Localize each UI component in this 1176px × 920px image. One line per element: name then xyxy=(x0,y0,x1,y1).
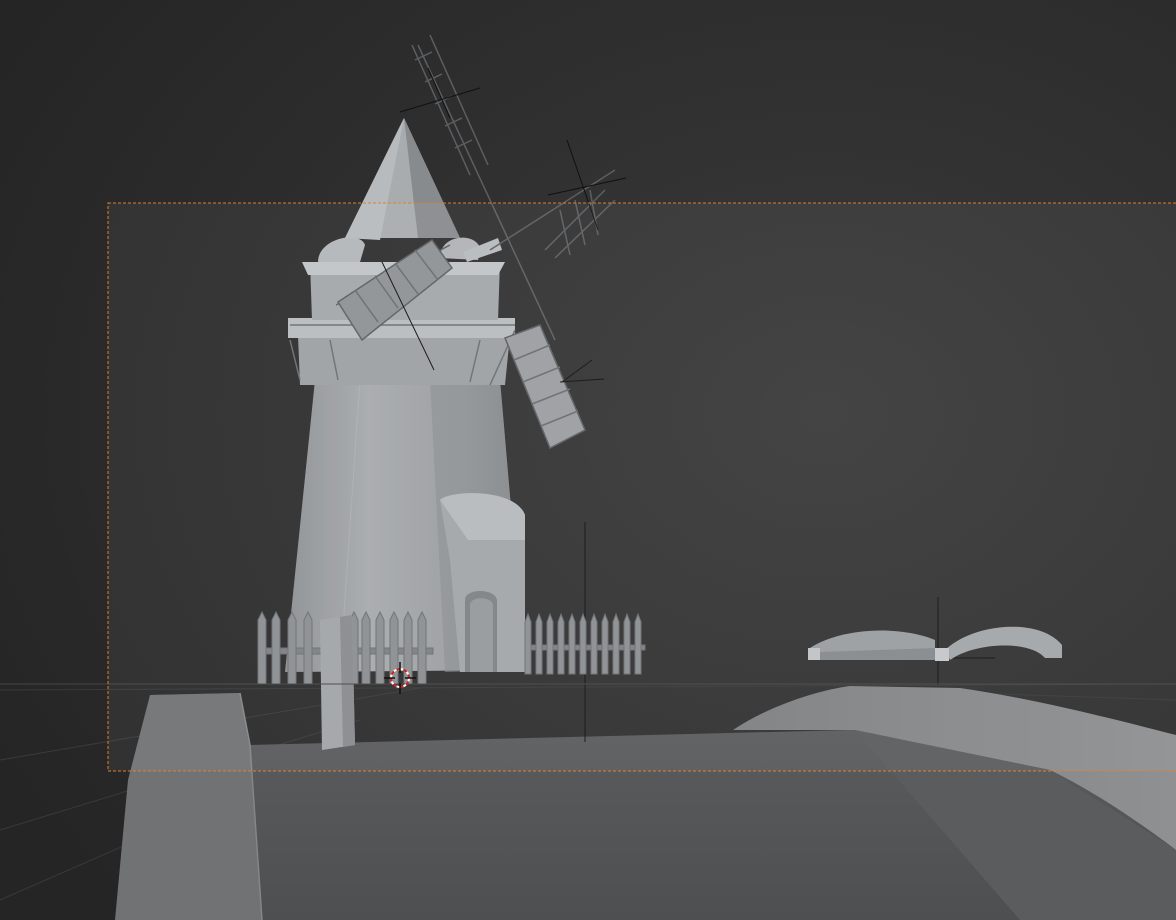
camera-frame xyxy=(107,202,1176,772)
3d-viewport[interactable] xyxy=(0,0,1176,920)
